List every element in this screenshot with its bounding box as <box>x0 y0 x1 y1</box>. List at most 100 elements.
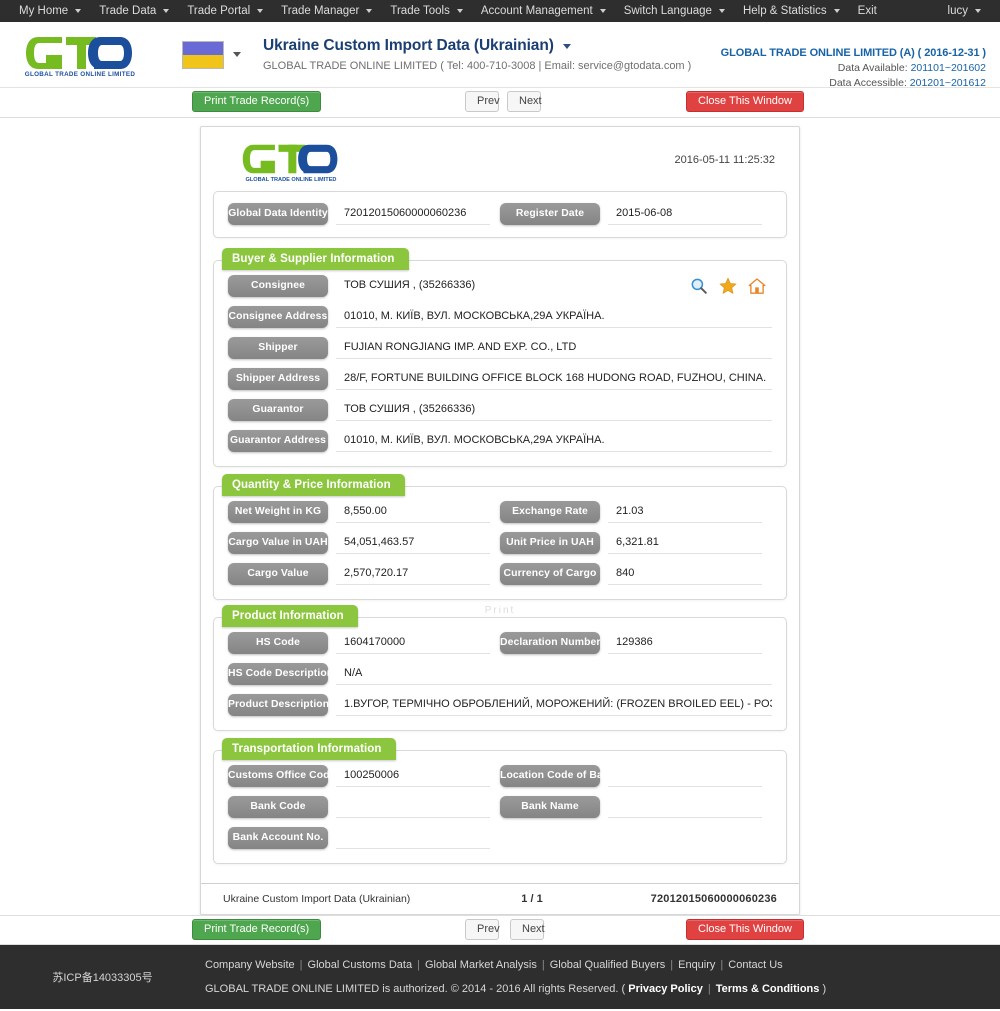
chevron-down-icon <box>833 9 840 13</box>
guarantor-row: Guarantor ТОВ СУШИЯ , (35266336) <box>228 399 772 421</box>
record-action-icons <box>690 277 772 295</box>
hs-code-label: HS Code <box>228 632 328 654</box>
favorite-star-icon[interactable] <box>719 277 737 295</box>
footer-separator: | <box>670 959 674 971</box>
user-menu[interactable]: lucy <box>939 0 990 22</box>
location-code-of-bank-value <box>608 765 762 787</box>
chevron-down-icon <box>599 9 606 13</box>
net-weight-field: Net Weight in KG 8,550.00 <box>228 501 500 523</box>
print-trade-records-button[interactable]: Print Trade Record(s) <box>192 91 322 112</box>
bank-code-label: Bank Code <box>228 796 328 818</box>
global-data-identity-label: Global Data Identity <box>228 203 328 225</box>
bottom-toolbar: Print Trade Record(s) Prev Next Close Th… <box>0 915 1000 945</box>
shipper-address-row: Shipper Address 28/F, FORTUNE BUILDING O… <box>228 368 772 390</box>
close-window-button-top[interactable]: Close This Window <box>686 91 804 112</box>
document-logo-tagline: GLOBAL TRADE ONLINE LIMITED <box>245 177 337 183</box>
nav-item-switch-language[interactable]: Switch Language <box>615 0 734 22</box>
footer-content: Company Website | Global Customs Data | Glob… <box>205 959 840 995</box>
footer-link-global-qualified-buyers[interactable]: Global Qualified Buyers <box>550 959 666 971</box>
document-page-indicator: 1 / 1 <box>521 893 543 905</box>
exchange-rate-value: 21.03 <box>608 501 762 523</box>
chevron-down-icon <box>366 9 373 13</box>
nav-item-trade-manager[interactable]: Trade Manager <box>272 0 381 22</box>
quantity-row-1: Net Weight in KG 8,550.00 Exchange Rate … <box>228 501 772 523</box>
customs-office-code-field: Customs Office Code 100250006 <box>228 765 500 787</box>
hs-code-field: HS Code 1604170000 <box>228 632 500 654</box>
consignee-value: ТОВ СУШИЯ , (35266336) <box>344 279 476 291</box>
hs-code-description-value: N/A <box>336 663 772 685</box>
consignee-address-label: Consignee Address <box>228 306 328 328</box>
footer-link-company-website[interactable]: Company Website <box>205 959 295 971</box>
gto-logo-mark: GLOBAL TRADE ONLINE LIMITED <box>24 33 136 78</box>
guarantor-address-value: 01010, М. КИЇВ, ВУЛ. МОСКОВСЬКА,29А УКРА… <box>336 430 772 452</box>
chevron-down-icon <box>257 9 264 13</box>
next-button-top[interactable]: Next <box>507 91 542 112</box>
exchange-rate-label: Exchange Rate <box>500 501 600 523</box>
nav-item-help-statistics[interactable]: Help & Statistics <box>734 0 849 22</box>
chevron-down-icon[interactable] <box>562 43 571 49</box>
footer-link-contact-us[interactable]: Contact Us <box>728 959 782 971</box>
country-flag-selector[interactable] <box>182 40 241 69</box>
nav-item-my-home[interactable]: My Home <box>10 0 90 22</box>
nav-item-trade-portal[interactable]: Trade Portal <box>178 0 272 22</box>
guarantor-address-field: Guarantor Address 01010, М. КИЇВ, ВУЛ. М… <box>228 430 772 452</box>
prev-button-top[interactable]: Prev <box>465 91 500 112</box>
bank-code-value <box>336 796 490 818</box>
nav-item-exit[interactable]: Exit <box>849 0 886 22</box>
location-code-of-bank-field: Location Code of Bank <box>500 765 772 787</box>
shipper-value: FUJIAN RONGJIANG IMP. AND EXP. CO., LTD <box>336 337 772 359</box>
currency-of-cargo-field: Currency of Cargo 840 <box>500 563 772 585</box>
bank-name-field: Bank Name <box>500 796 772 818</box>
chevron-down-icon <box>163 9 170 13</box>
chevron-down-icon <box>75 9 82 13</box>
next-button-bottom[interactable]: Next <box>510 919 545 940</box>
consignee-row: Consignee ТОВ СУШИЯ , (35266336) <box>228 275 772 297</box>
nav-item-label: Trade Manager <box>281 5 360 17</box>
transport-row-2: Bank Code Bank Name <box>228 796 772 818</box>
transport-row-3: Bank Account No. <box>228 827 772 849</box>
close-window-button-bottom[interactable]: Close This Window <box>686 919 804 940</box>
footer-link-enquiry[interactable]: Enquiry <box>678 959 715 971</box>
home-icon[interactable] <box>748 277 766 295</box>
document-timestamp: 2016-05-11 11:25:32 <box>674 154 775 166</box>
cargo-value-field: Cargo Value 2,570,720.17 <box>228 563 500 585</box>
nav-item-trade-data[interactable]: Trade Data <box>90 0 178 22</box>
product-title: Product Information <box>222 605 358 627</box>
nav-item-label: My Home <box>19 5 69 17</box>
consignee-address-field: Consignee Address 01010, М. КИЇВ, ВУЛ. М… <box>228 306 772 328</box>
top-toolbar: Print Trade Record(s) Prev Next Close Th… <box>0 88 1000 118</box>
footer-link-global-customs-data[interactable]: Global Customs Data <box>308 959 413 971</box>
ukraine-flag-icon <box>182 40 224 69</box>
shipper-address-value: 28/F, FORTUNE BUILDING OFFICE BLOCK 168 … <box>336 368 772 390</box>
shipper-label: Shipper <box>228 337 328 359</box>
terms-conditions-link[interactable]: Terms & Conditions <box>716 983 820 995</box>
document-header: GLOBAL TRADE ONLINE LIMITED 2016-05-11 1… <box>213 137 787 191</box>
nav-item-trade-tools[interactable]: Trade Tools <box>381 0 471 22</box>
nav-item-account-management[interactable]: Account Management <box>472 0 615 22</box>
print-trade-records-button-bottom[interactable]: Print Trade Record(s) <box>192 919 322 940</box>
prev-button-bottom[interactable]: Prev <box>465 919 500 940</box>
identity-panel: Global Data Identity 7201201506000006023… <box>213 191 787 238</box>
hs-code-description-field: HS Code Description N/A <box>228 663 772 685</box>
company-contact-line: GLOBAL TRADE ONLINE LIMITED ( Tel: 400-7… <box>263 60 692 72</box>
quantity-row-3: Cargo Value 2,570,720.17 Currency of Car… <box>228 563 772 585</box>
page-title-row: Ukraine Custom Import Data (Ukrainian) <box>263 37 691 55</box>
gto-logo-svg-small <box>242 144 338 174</box>
nav-item-label: Switch Language <box>623 5 712 17</box>
privacy-policy-link[interactable]: Privacy Policy <box>628 983 703 995</box>
footer-link-global-market-analysis[interactable]: Global Market Analysis <box>425 959 537 971</box>
buyer-supplier-title: Buyer & Supplier Information <box>222 248 409 270</box>
net-weight-value: 8,550.00 <box>336 501 490 523</box>
product-description-row: Product Description 1.ВУГОР, ТЕРМІЧНО ОБ… <box>228 694 772 716</box>
customs-office-code-value: 100250006 <box>336 765 490 787</box>
shipper-row: Shipper FUJIAN RONGJIANG IMP. AND EXP. C… <box>228 337 772 359</box>
nav-item-label: Trade Data <box>99 5 157 17</box>
gto-logo-svg <box>26 36 132 69</box>
transportation-panel: Transportation Information Customs Offic… <box>213 738 787 864</box>
nav-item-label: Exit <box>857 5 877 17</box>
bank-account-no-field: Bank Account No. <box>228 827 500 849</box>
cargo-value-uah-value: 54,051,463.57 <box>336 532 490 554</box>
search-icon[interactable] <box>690 277 708 295</box>
brand-logo[interactable]: GLOBAL TRADE ONLINE LIMITED <box>0 33 160 78</box>
nav-item-label: Account Management <box>480 5 593 17</box>
